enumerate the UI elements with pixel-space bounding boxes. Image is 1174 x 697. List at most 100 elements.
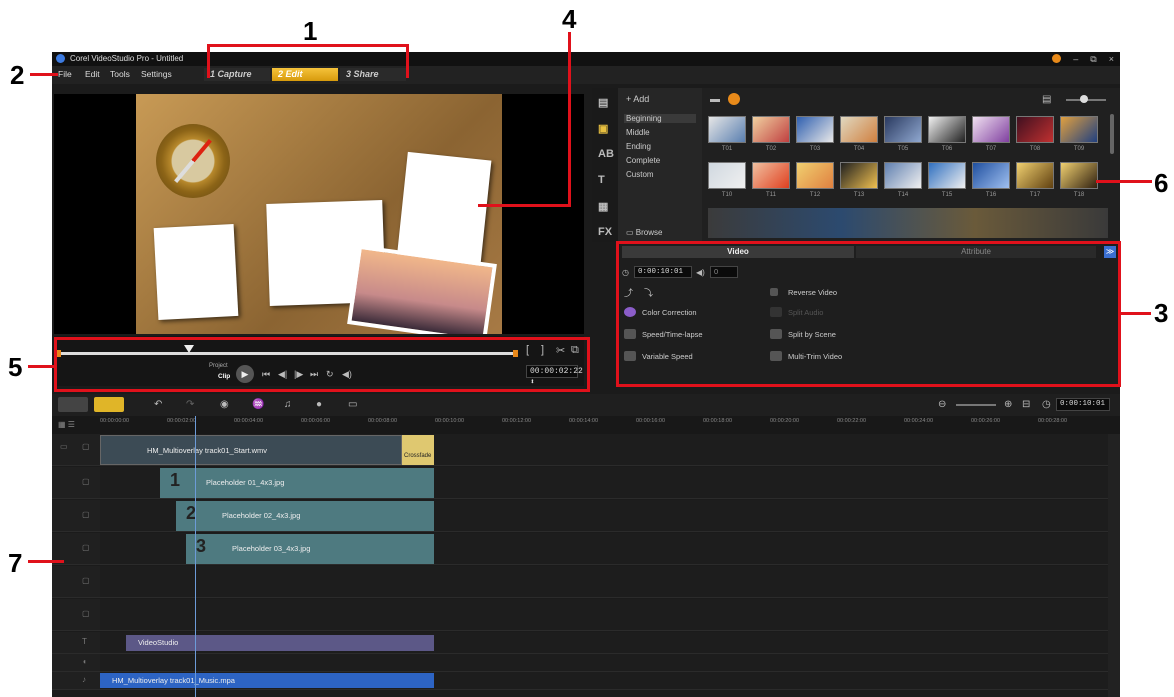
thumbnail-label: T05 [897,146,909,152]
template-thumbnail[interactable] [796,162,834,189]
video-track: ▭ ▢ HM_Multioverlay track01_Start.wmv Cro… [52,434,1108,466]
timeline-timecode[interactable]: 0:00:10:01 [1056,398,1110,411]
transition-clip[interactable]: Crossfade [402,435,434,465]
template-thumbnail[interactable] [708,116,746,143]
template-thumbnail[interactable] [972,116,1010,143]
auto-music-icon[interactable]: ♫ [284,399,292,410]
menu-edit[interactable]: Edit [85,69,100,79]
template-thumbnail[interactable] [840,162,878,189]
ruler-tick: 00:00:12:00 [502,418,532,424]
add-button[interactable]: + Add [626,94,649,104]
menu-file[interactable]: File [58,69,72,79]
overlay-track-icon[interactable]: ▢ [82,609,90,618]
track-visibility-icon[interactable]: ▢ [82,442,90,451]
close-button[interactable]: × [1109,52,1114,66]
browse-label: Browse [635,228,663,237]
category-custom[interactable]: Custom [626,170,654,179]
video-track-icon[interactable]: ▭ [60,442,68,451]
graphic-icon[interactable]: ▦ [598,200,608,213]
template-thumbnail[interactable] [928,116,966,143]
thumbnail-label: T16 [985,192,997,198]
overlay-track-icon[interactable]: ▢ [82,510,90,519]
template-thumbnail[interactable] [840,116,878,143]
sound-mixer-icon[interactable]: ♒ [252,399,264,410]
thumbnail-label: T03 [809,146,821,152]
library-scrollbar[interactable] [1110,114,1114,154]
storyboard-view-button[interactable] [58,397,88,412]
folder-icon[interactable]: ▬ [710,94,720,105]
transition-icon[interactable]: AB [598,148,614,160]
template-thumbnail[interactable] [884,116,922,143]
category-middle[interactable]: Middle [626,128,650,137]
category-beginning[interactable]: Beginning [624,114,696,123]
ruler-tick: 00:00:02:00 [167,418,197,424]
track-manager-icon[interactable]: ▦ ☰ [58,420,75,429]
timeline-view-button[interactable] [94,397,124,412]
overlay-clip-2[interactable]: 2 Placeholder 02_4x3.jpg [176,501,434,531]
music-clip[interactable]: HM_Multioverlay track01_Music.mpa [100,673,434,688]
media-icon[interactable]: ▤ [598,96,608,109]
overlay-track-icon[interactable]: ▢ [82,543,90,552]
overlay-track-icon[interactable]: ▢ [82,576,90,585]
track-header-video: ▭ ▢ [52,434,100,465]
minimize-button[interactable]: – [1073,52,1078,66]
voice-track-icon[interactable]: ◖ [82,657,87,666]
overlay-track-2: ▢ 2 Placeholder 02_4x3.jpg [52,500,1108,532]
slider-knob[interactable] [1080,95,1088,103]
thumbnail-row-3[interactable] [708,208,1108,238]
instant-project-icon[interactable]: ▣ [598,122,608,135]
sort-icon[interactable]: ▤ [1042,94,1051,105]
template-thumbnail[interactable] [972,162,1010,189]
undo-icon[interactable]: ↶ [154,399,162,410]
template-thumbnail[interactable] [1060,162,1098,189]
music-track-icon[interactable]: ♪ [82,675,86,684]
category-complete[interactable]: Complete [626,156,660,165]
ruler-tick: 00:00:22:00 [837,418,867,424]
overlay-track-icon[interactable]: ▢ [82,477,90,486]
video-clip[interactable]: HM_Multioverlay track01_Start.wmv [100,435,402,465]
add-label: Add [633,94,650,104]
callout-5: 5 [8,352,23,382]
thumbnail-label: T12 [809,192,821,198]
menu-tools[interactable]: Tools [110,69,130,79]
template-thumbnail[interactable] [796,116,834,143]
menu-settings[interactable]: Settings [141,69,172,79]
thumbnail-label: T07 [985,146,997,152]
ruler-tick: 00:00:14:00 [569,418,599,424]
category-ending[interactable]: Ending [626,142,651,151]
timeline-playhead[interactable] [195,416,196,697]
online-content-icon[interactable] [728,93,740,105]
subtitle-editor-icon[interactable]: ▭ [348,399,357,410]
zoom-slider[interactable] [956,404,996,406]
help-icon[interactable] [1052,54,1062,63]
record-capture-icon[interactable]: ◉ [220,399,229,410]
template-thumbnail[interactable] [884,162,922,189]
zoom-in-icon[interactable]: ⊕ [1004,399,1012,410]
template-thumbnail[interactable] [708,162,746,189]
timeline-scrollbar[interactable] [1108,434,1120,697]
maximize-button[interactable]: ⧉ [1090,52,1096,66]
template-thumbnail[interactable] [1016,162,1054,189]
fit-project-icon[interactable]: ⊟ [1022,399,1030,410]
template-thumbnail[interactable] [752,162,790,189]
timeline-toolbar: ↶ ↷ ◉ ♒ ♫ ● ▭ ⊖ ⊕ ⊟ ◷ 0:00:10:01 [52,394,1120,416]
zoom-out-icon[interactable]: ⊖ [938,399,946,410]
motion-tracking-icon[interactable]: ● [316,399,322,410]
browse-button[interactable]: ▭ Browse [626,228,662,237]
transition-label: Crossfade [404,453,432,459]
title-icon[interactable]: T [598,174,605,186]
ruler-tick: 00:00:10:00 [435,418,465,424]
title-track-icon[interactable]: T [82,637,87,646]
ruler-tick: 00:00:00:00 [100,418,130,424]
overlay-clip-3[interactable]: 3 Placeholder 03_4x3.jpg [186,534,434,564]
title-clip[interactable]: VideoStudio [126,635,434,651]
template-thumbnail[interactable] [1016,116,1054,143]
overlay-clip-1[interactable]: 1 Placeholder 01_4x3.jpg [160,468,434,498]
timeline-ruler[interactable]: ▦ ☰ 00:00:00:00 00:00:02:00 00:00:04:00 00:… [52,416,1120,434]
template-thumbnail[interactable] [1060,116,1098,143]
template-thumbnail[interactable] [928,162,966,189]
ruler-tick: 00:00:24:00 [904,418,934,424]
redo-icon[interactable]: ↷ [186,399,194,410]
filter-fx-icon[interactable]: FX [598,226,612,238]
template-thumbnail[interactable] [752,116,790,143]
